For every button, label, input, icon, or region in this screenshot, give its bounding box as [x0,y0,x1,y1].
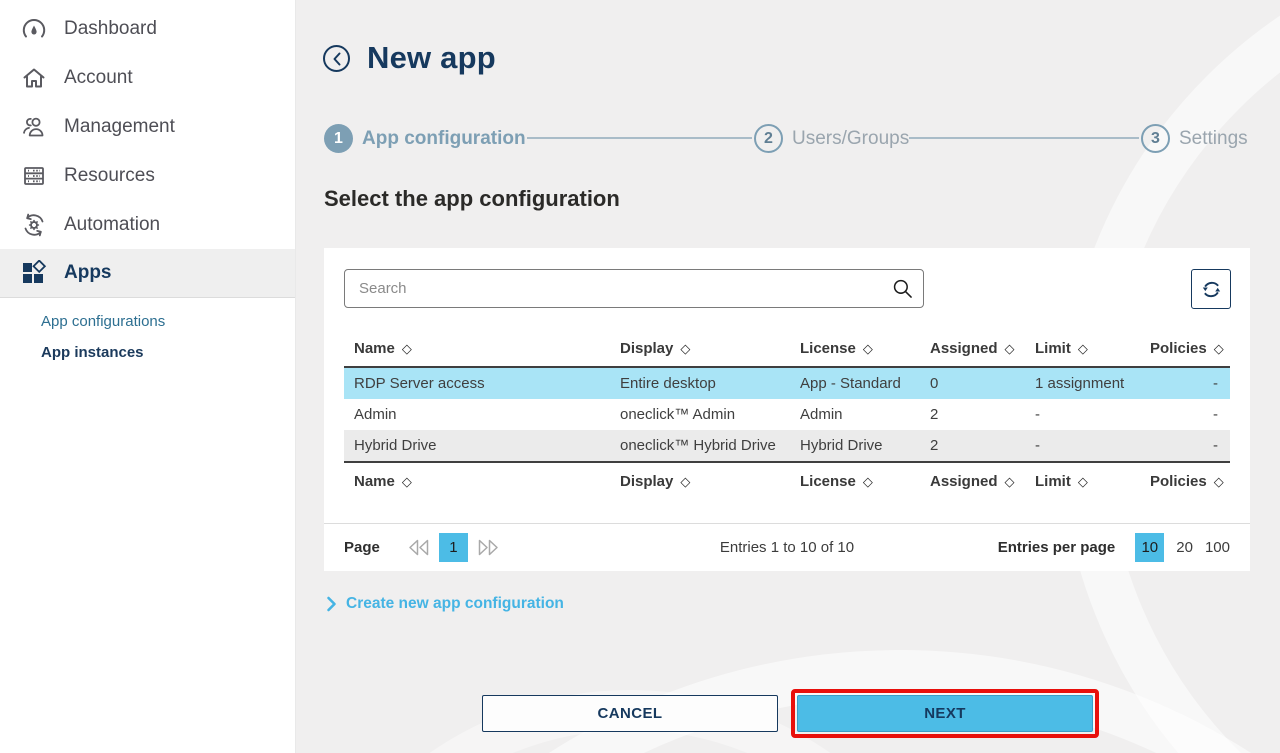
sort-icon[interactable]: ◇ [680,330,690,367]
apps-icon [21,260,47,286]
main-content: New app 1 App configuration 2 Users/Grou… [296,0,1280,753]
sidebar-item-management[interactable]: Management [0,102,295,151]
sidebar-item-label: Apps [64,262,112,284]
step-3-label: Settings [1179,128,1248,150]
column-header-limit[interactable]: Limit ◇ [1035,330,1150,367]
entries-per-page-group: Entries per page 10 20 100 [998,533,1230,562]
pagination-bar: Page 1 Entries 1 to 10 of 10 Entries per… [324,523,1250,571]
next-button-highlight-annotation: NEXT [791,689,1099,738]
sidebar-item-label: Resources [64,165,155,187]
step-2-label: Users/Groups [792,128,909,150]
sort-icon[interactable]: ◇ [1078,463,1088,500]
table-header-row: Name ◇ Display ◇ License ◇ Assigned ◇ Li… [344,330,1230,368]
step-connector [909,137,1139,139]
step-3-circle: 3 [1141,124,1170,153]
sidebar-item-label: Management [64,116,175,138]
page-label: Page [344,539,380,556]
sort-icon[interactable]: ◇ [863,463,873,500]
column-header-license[interactable]: License ◇ [800,463,930,500]
users-icon [21,114,47,140]
sort-icon[interactable]: ◇ [863,330,873,367]
entries-per-page-label: Entries per page [998,539,1116,556]
column-header-policies[interactable]: Policies ◇ [1150,330,1224,367]
app-configuration-card: Name ◇ Display ◇ License ◇ Assigned ◇ Li… [324,248,1250,571]
table-row-admin[interactable]: Admin oneclick™ Admin Admin 2 - - [344,399,1230,430]
next-button[interactable]: NEXT [797,695,1093,732]
step-1-label: App configuration [362,128,526,150]
column-header-name[interactable]: Name ◇ [354,463,620,500]
sort-icon[interactable]: ◇ [1214,463,1224,500]
server-icon [21,163,47,189]
sidebar-item-label: Account [64,67,133,89]
refresh-icon [1200,278,1223,301]
gauge-icon [21,16,47,42]
step-1-circle: 1 [324,124,353,153]
page-title: New app [367,40,496,76]
automation-icon [21,212,47,238]
search-icon[interactable] [892,278,913,299]
page-number-1[interactable]: 1 [439,533,468,562]
column-header-assigned[interactable]: Assigned ◇ [930,330,1035,367]
column-header-assigned[interactable]: Assigned ◇ [930,463,1035,500]
sort-icon[interactable]: ◇ [680,463,690,500]
refresh-button[interactable] [1191,269,1231,309]
sidebar-item-apps[interactable]: Apps [0,249,295,298]
per-page-option-100[interactable]: 100 [1205,539,1230,556]
column-header-name[interactable]: Name ◇ [354,330,620,367]
sidebar-item-account[interactable]: Account [0,53,295,102]
app-configurations-table: Name ◇ Display ◇ License ◇ Assigned ◇ Li… [344,330,1230,499]
sort-icon[interactable]: ◇ [1214,330,1224,367]
table-row-rdp-server-access[interactable]: RDP Server access Entire desktop App - S… [344,368,1230,399]
sidebar-item-label: Automation [64,214,160,236]
column-header-policies[interactable]: Policies ◇ [1150,463,1224,500]
per-page-option-10[interactable]: 10 [1135,533,1164,562]
double-chevron-right-icon [477,538,500,557]
sidebar-item-dashboard[interactable]: Dashboard [0,4,295,53]
double-chevron-left-icon [407,538,430,557]
first-page-button[interactable] [407,538,430,557]
sort-icon[interactable]: ◇ [402,330,412,367]
back-button[interactable] [323,45,350,72]
chevron-left-icon [332,52,342,66]
column-header-display[interactable]: Display ◇ [620,330,800,367]
column-header-limit[interactable]: Limit ◇ [1035,463,1150,500]
home-icon [21,65,47,91]
step-2-circle: 2 [754,124,783,153]
per-page-option-20[interactable]: 20 [1176,539,1193,556]
sidebar-item-resources[interactable]: Resources [0,151,295,200]
cancel-button[interactable]: CANCEL [482,695,778,732]
sort-icon[interactable]: ◇ [1005,330,1015,367]
chevron-right-icon [326,596,337,612]
section-heading: Select the app configuration [324,186,620,212]
search-input[interactable] [344,269,924,308]
column-header-display[interactable]: Display ◇ [620,463,800,500]
apps-subnav: App configurations App instances [0,298,295,368]
search-field-wrap [344,269,924,308]
wizard-stepper: 1 App configuration 2 Users/Groups 3 Set… [324,124,1250,153]
step-connector [527,137,752,139]
column-header-license[interactable]: License ◇ [800,330,930,367]
table-row-hybrid-drive[interactable]: Hybrid Drive oneclick™ Hybrid Drive Hybr… [344,430,1230,461]
last-page-button[interactable] [477,538,500,557]
create-new-app-configuration-link[interactable]: Create new app configuration [326,595,564,613]
sidebar: Dashboard Account Management Resources [0,0,296,753]
sort-icon[interactable]: ◇ [1078,330,1088,367]
sidebar-item-label: Dashboard [64,18,157,40]
sidebar-item-automation[interactable]: Automation [0,200,295,249]
sort-icon[interactable]: ◇ [1005,463,1015,500]
sort-icon[interactable]: ◇ [402,463,412,500]
sidebar-subitem-app-configurations[interactable]: App configurations [41,306,295,337]
table-footer-header-row: Name ◇ Display ◇ License ◇ Assigned ◇ Li… [344,461,1230,499]
sidebar-subitem-app-instances[interactable]: App instances [41,337,295,368]
